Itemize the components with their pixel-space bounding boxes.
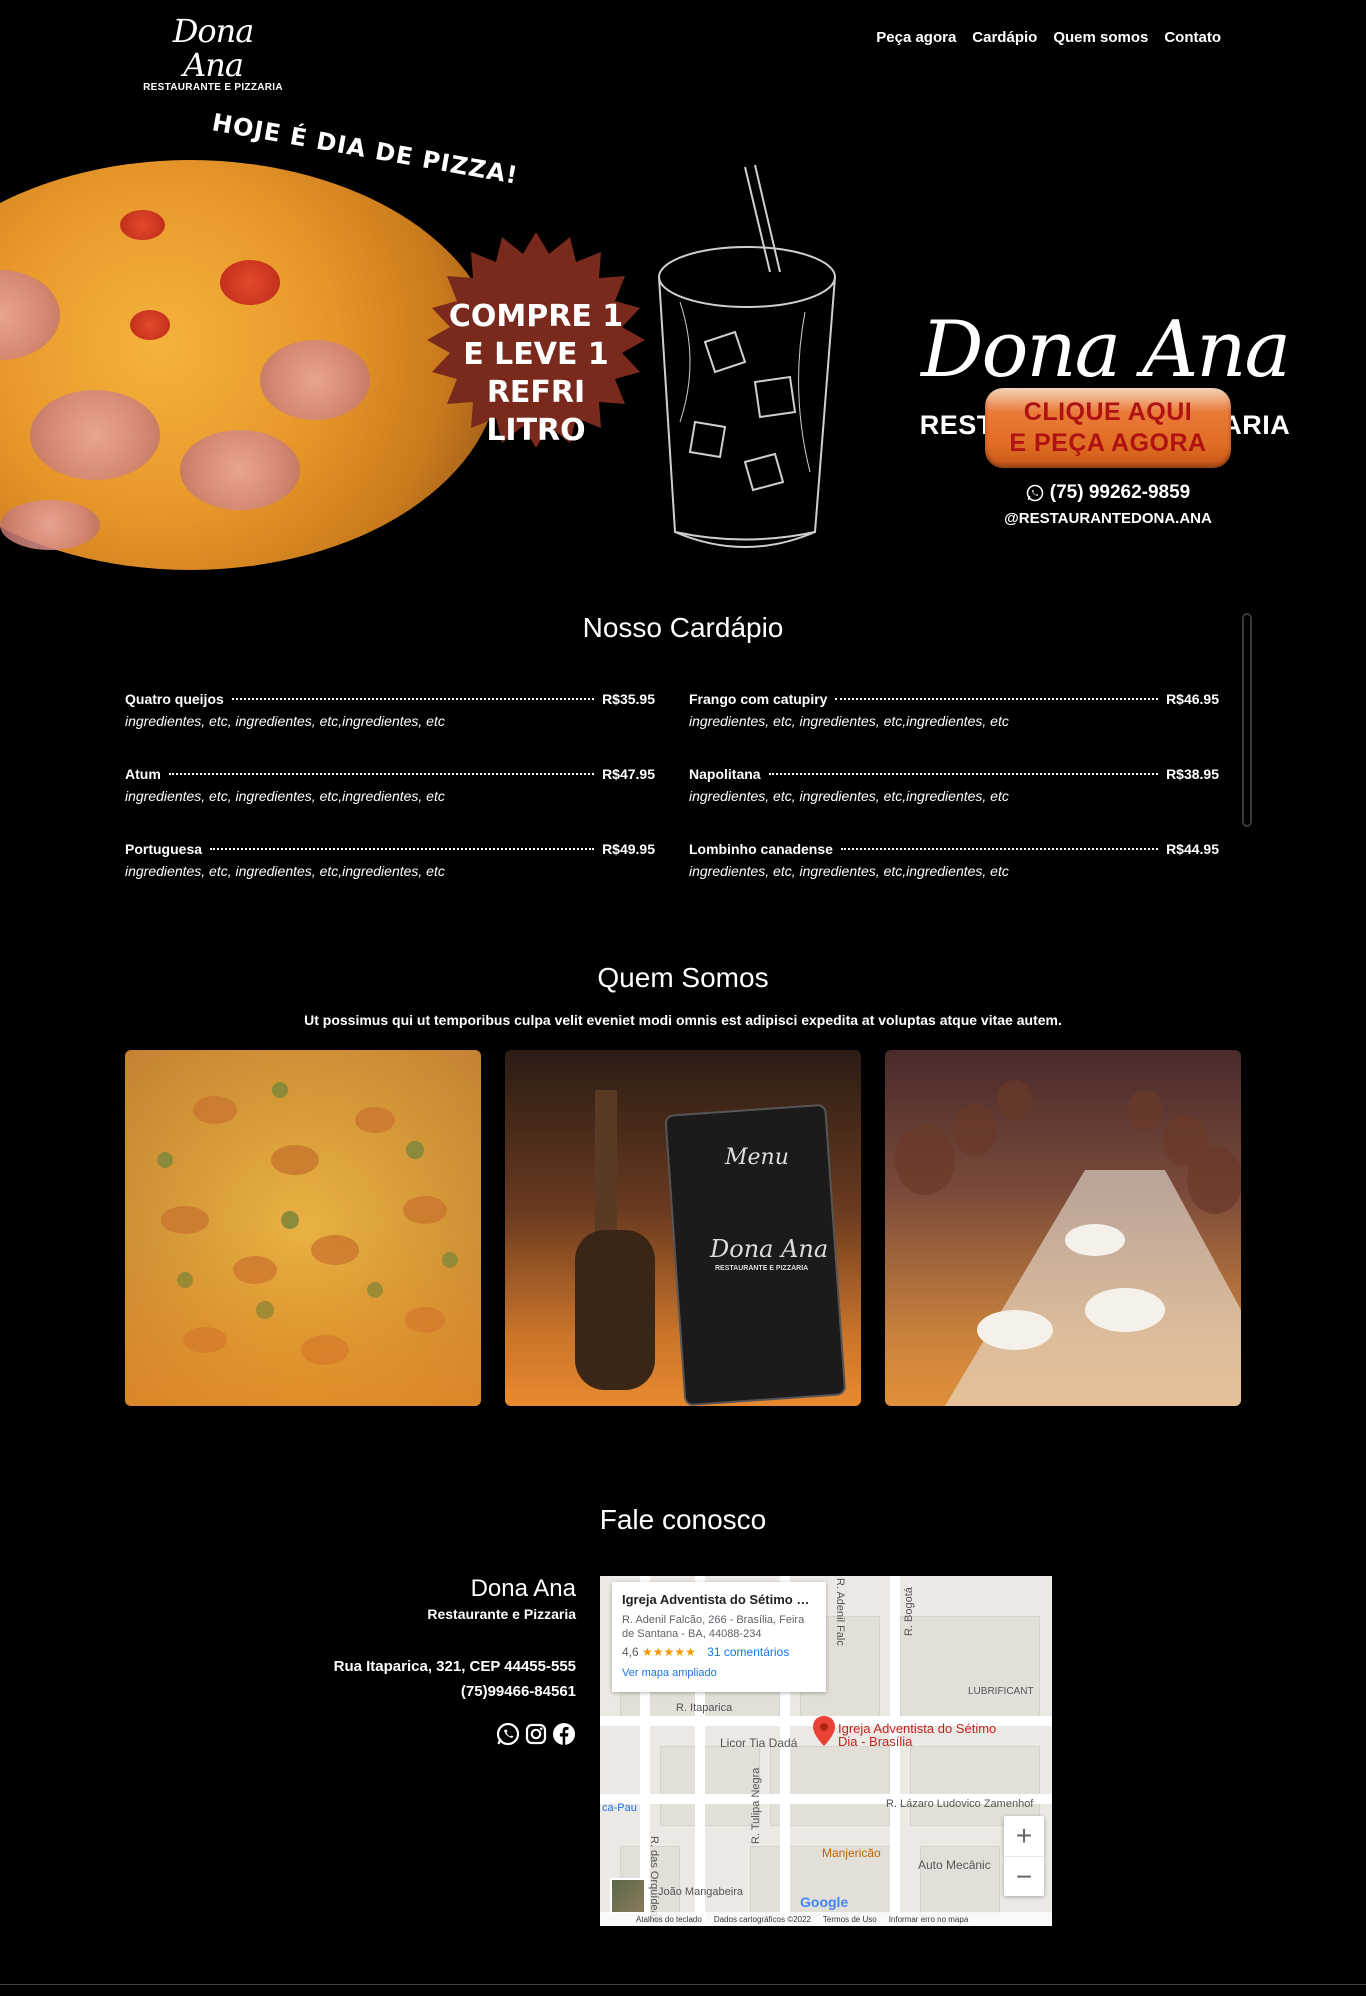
dish-name: Frango com catupiry [689, 691, 828, 707]
promo-line-3: LITRO [486, 413, 586, 448]
zoom-out-button[interactable]: − [1004, 1856, 1044, 1896]
map-rating: 4,6 ★★★★★ 31 comentários [622, 1645, 816, 1659]
map-zoom-controls: + − [1004, 1816, 1044, 1896]
nav-link-order[interactable]: Peça agora [876, 29, 956, 46]
whatsapp-icon[interactable] [496, 1722, 520, 1746]
dish-description: ingredientes, etc, ingredientes, etc,ing… [689, 713, 1009, 729]
about-section-title: Quem Somos [597, 962, 769, 993]
contact-phone: (75)99466-84561 [460, 1683, 576, 1700]
dish-name: Napolitana [689, 766, 761, 782]
dish-price: R$47.95 [602, 766, 655, 782]
about-photo-diners [885, 1050, 1241, 1406]
about-subtitle: Ut possimus qui ut temporibus culpa veli… [304, 1012, 1062, 1028]
menu-item: Quatro queijos R$35.95 ingredientes, etc,… [125, 691, 655, 729]
logo-script: Dona Ana [172, 12, 255, 84]
menu-item: Portuguesa R$49.95 ingredientes, etc, ing… [125, 841, 655, 879]
cta-line-2: E PEÇA AGORA [1009, 429, 1207, 457]
cta-line-1: CLIQUE AQUI [1023, 398, 1193, 426]
promo-text: COMPRE 1 E LEVE 1 REFRI LITRO [418, 298, 654, 450]
map-label: LUBRIFICANT [968, 1686, 1034, 1697]
menu-cover-logo-sub: RESTAURANTE E PIZZARIA [715, 1265, 809, 1272]
instagram-icon[interactable] [524, 1722, 548, 1746]
map-label: Manjericão [822, 1846, 881, 1860]
dish-price: R$49.95 [602, 841, 655, 857]
main-menu: Peça agora Cardápio Quem somos Contato [876, 29, 1221, 46]
order-now-button[interactable]: CLIQUE AQUI E PEÇA AGORA [985, 388, 1231, 468]
google-logo: Google [800, 1894, 848, 1910]
dish-name: Atum [125, 766, 161, 782]
top-nav: Dona Ana RESTAURANTE E PIZZARIA Peça ago… [0, 0, 1366, 93]
menu-item: Napolitana R$38.95 ingredientes, etc, ing… [689, 766, 1219, 804]
contact-address: Rua Itaparica, 321, CEP 44455-555 [333, 1658, 576, 1675]
view-larger-map-link[interactable]: Ver mapa ampliado [622, 1667, 816, 1679]
about-photo-pizza [125, 1050, 481, 1406]
map-reviews-link[interactable]: 31 comentários [707, 1645, 789, 1659]
map-rating-value: 4,6 [622, 1645, 639, 1659]
whatsapp-icon [1026, 484, 1043, 502]
map-footer-report[interactable]: Informar erro no mapa [889, 1915, 969, 1924]
map-label: R. Itaparica [676, 1702, 733, 1714]
map-pin-label: Igreja Adventista do Sétimo Dia - Brasíl… [838, 1721, 997, 1749]
about-photo-menu: Menu Dona Ana RESTAURANTE E PIZZARIA [505, 1050, 861, 1406]
hero-phone[interactable]: (75) 99262-9859 [985, 482, 1231, 504]
map-place-card: Igreja Adventista do Sétimo Di... R. Ade… [612, 1582, 826, 1692]
map-label: Licor Tia Dadá [720, 1736, 798, 1750]
promo-line-1: COMPRE 1 [448, 299, 624, 334]
dish-name: Quatro queijos [125, 691, 224, 707]
dish-price: R$44.95 [1166, 841, 1219, 857]
map-place-address: R. Adenil Falcão, 266 - Brasília, Feira … [622, 1614, 805, 1640]
menu-cover-title: Menu [725, 1145, 789, 1170]
star-icon: ★★★★★ [642, 1645, 696, 1659]
zoom-in-button[interactable]: + [1004, 1816, 1044, 1856]
dish-name: Portuguesa [125, 841, 203, 857]
map-footer: Atalhos do teclado Dados cartográficos ©… [600, 1912, 1052, 1926]
menu-item: Atum R$47.95 ingredientes, etc, ingredien… [125, 766, 655, 804]
google-map[interactable]: R. Itaparica Licor Tia Dadá Manjericão R… [600, 1576, 1052, 1926]
instagram-handle[interactable]: @RESTAURANTEDONA.ANA [985, 510, 1231, 527]
map-label: ca-Pau [602, 1802, 637, 1814]
dish-description: ingredientes, etc, ingredientes, etc,ing… [125, 863, 445, 879]
nav-link-menu[interactable]: Cardápio [972, 29, 1037, 46]
dish-price: R$35.95 [602, 691, 655, 707]
dish-price: R$46.95 [1166, 691, 1219, 707]
promo-line-2: E LEVE 1 REFRI [463, 337, 609, 410]
facebook-icon[interactable] [552, 1722, 576, 1746]
google-logo-text: Google [800, 1894, 849, 1910]
map-label: R. Tulipa Negra [750, 1767, 762, 1844]
nav-link-contact[interactable]: Contato [1164, 29, 1221, 46]
map-label: R. das Orquídeas [648, 1836, 660, 1923]
menu-section-title: Nosso Cardápio [582, 612, 784, 643]
map-footer-terms[interactable]: Termos de Uso [823, 1915, 877, 1924]
menu-item: Frango com catupiry R$46.95 ingredientes,… [689, 691, 1219, 729]
contact-section-title: Fale conosco [599, 1504, 767, 1535]
map-footer-data: Dados cartográficos ©2022 [713, 1914, 811, 1924]
map-label: R. Adenil Falc [834, 1578, 846, 1646]
map-place-title: Igreja Adventista do Sétimo Di... [622, 1592, 816, 1607]
map-label: João Mangabeira [658, 1886, 744, 1898]
satellite-toggle[interactable] [610, 1878, 646, 1914]
brand-script: Dona Ana [920, 305, 1291, 395]
dish-description: ingredientes, etc, ingredientes, etc,ing… [125, 788, 445, 804]
dish-name: Lombinho canadense [689, 841, 833, 857]
menu-item: Lombinho canadense R$44.95 ingredientes, … [689, 841, 1219, 879]
phone-number: (75) 99262-9859 [1049, 482, 1191, 503]
dish-description: ingredientes, etc, ingredientes, etc,ing… [689, 863, 1009, 879]
dish-description: ingredientes, etc, ingredientes, etc,ing… [689, 788, 1009, 804]
map-footer-shortcuts[interactable]: Atalhos do teclado [636, 1915, 702, 1924]
map-pin-icon[interactable] [813, 1716, 835, 1746]
map-label: R. Bogotá [903, 1587, 915, 1636]
contact-name: Dona Ana [470, 1575, 576, 1602]
dish-description: ingredientes, etc, ingredientes, etc,ing… [125, 713, 445, 729]
menu-cover-logo: Dona Ana [710, 1235, 829, 1263]
dish-price: R$38.95 [1166, 766, 1219, 782]
map-label: Auto Mecânic [918, 1858, 991, 1872]
scrollbar[interactable] [1242, 613, 1252, 827]
contact-subtitle: Restaurante e Pizzaria [427, 1606, 576, 1622]
map-label: R. Lázaro Ludovico Zamenhof [886, 1798, 1034, 1810]
nav-link-about[interactable]: Quem somos [1053, 29, 1148, 46]
soda-glass-illustration [658, 164, 836, 548]
footer-divider [0, 1984, 1366, 1985]
social-links [496, 1722, 576, 1746]
